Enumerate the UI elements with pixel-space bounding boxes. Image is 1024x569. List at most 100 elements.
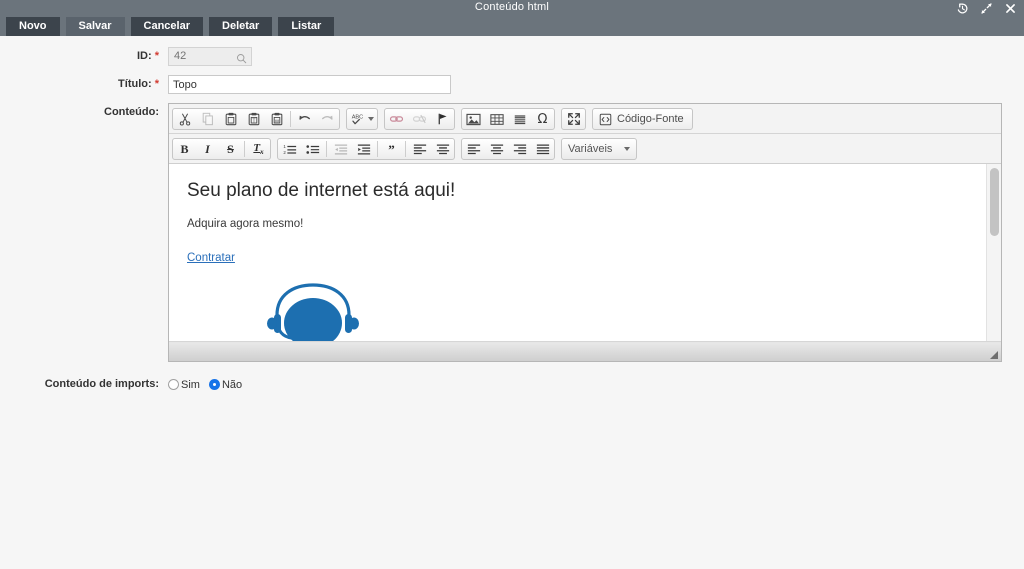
close-icon[interactable] bbox=[1004, 2, 1017, 15]
toolbar-separator bbox=[290, 111, 291, 127]
content-link[interactable]: Contratar bbox=[187, 252, 235, 264]
redo-icon[interactable] bbox=[316, 109, 339, 129]
maximize-group bbox=[561, 108, 586, 130]
field-row-titulo: Título: * bbox=[0, 75, 1024, 94]
horizontal-rule-icon[interactable] bbox=[508, 109, 531, 129]
id-input-value: 42 bbox=[174, 50, 187, 62]
italic-icon[interactable]: I bbox=[196, 139, 219, 159]
editor-document[interactable]: Seu plano de internet está aqui! Adquira… bbox=[169, 164, 1001, 341]
id-label: ID: * bbox=[0, 47, 168, 66]
deletar-button[interactable]: Deletar bbox=[209, 17, 273, 36]
maximize-icon[interactable] bbox=[562, 109, 585, 129]
content-paragraph: Adquira agora mesmo! bbox=[187, 218, 304, 230]
align-right-icon[interactable] bbox=[508, 139, 531, 159]
id-input[interactable]: 42 bbox=[168, 47, 252, 66]
listar-button[interactable]: Listar bbox=[278, 17, 335, 36]
search-icon[interactable] bbox=[236, 51, 247, 69]
cut-icon[interactable] bbox=[173, 109, 196, 129]
source-code-button[interactable]: Código-Fonte bbox=[593, 109, 692, 129]
radio-dot-nao bbox=[208, 379, 220, 390]
paragraph-group: 1 2 ” bbox=[277, 138, 455, 160]
bulleted-list-icon[interactable] bbox=[301, 139, 324, 159]
id-required-marker: * bbox=[154, 50, 159, 62]
field-row-imports: Conteúdo de imports: Sim Não bbox=[0, 375, 1024, 394]
imports-radio-group: Sim Não bbox=[168, 379, 251, 391]
align-group bbox=[461, 138, 555, 160]
titulo-label: Título: * bbox=[0, 75, 168, 94]
spellcheck-icon[interactable]: ABC bbox=[347, 109, 377, 129]
editor-content-area[interactable]: Seu plano de internet está aqui! Adquira… bbox=[169, 164, 1001, 342]
bold-icon[interactable]: B bbox=[173, 139, 196, 159]
toolbar-separator bbox=[405, 141, 406, 157]
outdent-icon[interactable] bbox=[329, 139, 352, 159]
conteudo-label: Conteúdo: bbox=[104, 106, 159, 118]
field-row-conteudo: Conteúdo: T W ABC Ω Código-Fonte B I S T… bbox=[0, 103, 1024, 362]
salvar-button[interactable]: Salvar bbox=[65, 17, 125, 36]
link-icon[interactable] bbox=[385, 109, 408, 129]
source-group: Código-Fonte bbox=[592, 108, 693, 130]
imports-radio-sim[interactable]: Sim bbox=[168, 379, 200, 391]
paste-icon[interactable] bbox=[219, 109, 242, 129]
table-icon[interactable] bbox=[485, 109, 508, 129]
novo-button[interactable]: Novo bbox=[6, 17, 60, 36]
form-area: ID: * 42 Título: * Conteúdo: bbox=[0, 36, 1024, 569]
align-center-icon[interactable] bbox=[431, 139, 454, 159]
source-code-icon bbox=[599, 113, 612, 125]
titulo-label-text: Título: bbox=[118, 78, 152, 90]
anchor-icon[interactable] bbox=[431, 109, 454, 129]
chevron-down-icon bbox=[624, 147, 630, 151]
id-label-text: ID: bbox=[136, 50, 152, 62]
editor-scrollbar[interactable] bbox=[986, 164, 1001, 341]
image-icon[interactable] bbox=[462, 109, 485, 129]
imports-radio-sim-label: Sim bbox=[181, 378, 200, 391]
copy-icon[interactable] bbox=[196, 109, 219, 129]
special-char-icon[interactable]: Ω bbox=[531, 109, 554, 129]
clipboard-group: T W bbox=[172, 108, 340, 130]
imports-label: Conteúdo de imports: bbox=[44, 378, 159, 390]
history-restore-icon[interactable] bbox=[956, 2, 969, 15]
blockquote-icon[interactable]: ” bbox=[380, 139, 403, 159]
toolbar-tabs: Novo Salvar Cancelar Deletar Listar bbox=[0, 17, 1024, 39]
titulo-input[interactable] bbox=[168, 75, 451, 94]
align-justify-icon[interactable] bbox=[531, 139, 554, 159]
toolbar-separator bbox=[244, 141, 245, 157]
editor-status-bar bbox=[169, 342, 1001, 361]
titulo-required-marker: * bbox=[154, 78, 159, 90]
unlink-icon[interactable] bbox=[408, 109, 431, 129]
align-left-icon[interactable] bbox=[408, 139, 431, 159]
window-header: Conteúdo html bbox=[0, 0, 1024, 17]
svg-text:W: W bbox=[274, 119, 279, 125]
editor-scrollbar-thumb[interactable] bbox=[990, 168, 999, 236]
field-row-id: ID: * 42 bbox=[0, 47, 1024, 66]
undo-icon[interactable] bbox=[293, 109, 316, 129]
headset-image[interactable] bbox=[265, 279, 983, 341]
svg-text:2: 2 bbox=[283, 150, 286, 155]
imports-radio-nao-label: Não bbox=[221, 378, 243, 391]
strikethrough-icon[interactable]: S bbox=[219, 139, 242, 159]
editor-toolbar-row-1: T W ABC Ω Código-Fonte bbox=[169, 104, 1001, 134]
numbered-list-icon[interactable]: 1 2 bbox=[278, 139, 301, 159]
resize-grip-icon[interactable] bbox=[987, 348, 999, 360]
remove-format-icon[interactable]: Tx bbox=[247, 139, 270, 159]
svg-text:1: 1 bbox=[283, 144, 286, 149]
variaveis-dropdown[interactable]: Variáveis bbox=[561, 138, 637, 160]
expand-icon[interactable] bbox=[980, 2, 993, 15]
indent-icon[interactable] bbox=[352, 139, 375, 159]
align-center-icon[interactable] bbox=[485, 139, 508, 159]
toolbar-separator bbox=[326, 141, 327, 157]
source-code-label: Código-Fonte bbox=[617, 113, 684, 125]
link-group bbox=[384, 108, 455, 130]
paste-text-icon[interactable]: T bbox=[242, 109, 265, 129]
window-controls bbox=[956, 0, 1017, 17]
toolbar-separator bbox=[377, 141, 378, 157]
variaveis-dropdown-label: Variáveis bbox=[568, 143, 613, 155]
window-title: Conteúdo html bbox=[474, 1, 550, 13]
cancelar-button[interactable]: Cancelar bbox=[130, 17, 204, 36]
paste-word-icon[interactable]: W bbox=[265, 109, 288, 129]
text-style-group: B I S Tx bbox=[172, 138, 271, 160]
editor-toolbar-row-2: B I S Tx 1 2 ” Variáveis bbox=[169, 134, 1001, 164]
svg-text:T: T bbox=[252, 119, 256, 125]
align-left-icon[interactable] bbox=[462, 139, 485, 159]
imports-radio-nao[interactable]: Não bbox=[208, 378, 243, 391]
content-heading: Seu plano de internet está aqui! bbox=[187, 180, 456, 201]
